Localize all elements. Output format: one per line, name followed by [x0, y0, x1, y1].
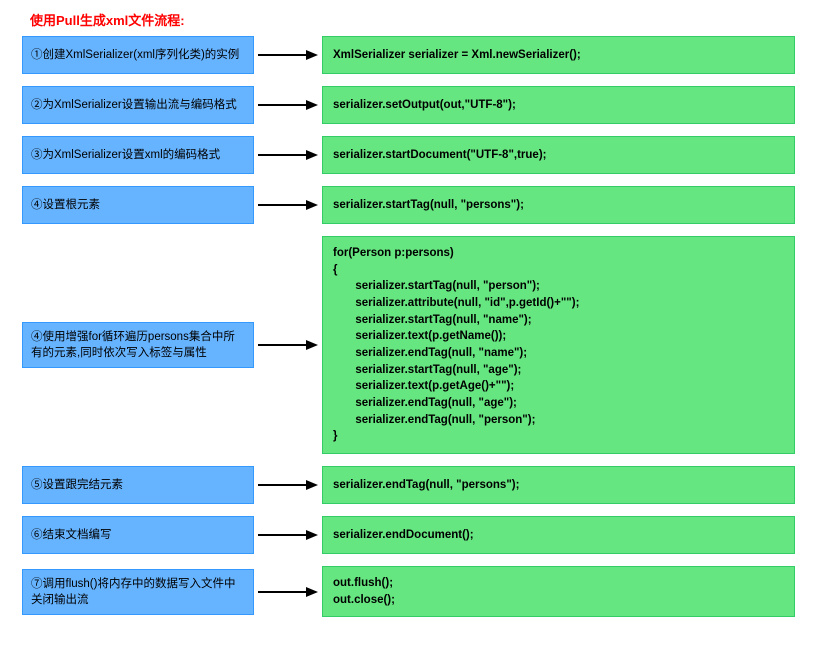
step-box-3: ③为XmlSerializer设置xml的编码格式	[22, 136, 254, 174]
code-box-1: XmlSerializer serializer = Xml.newSerial…	[322, 36, 795, 74]
diagram-rows: ①创建XmlSerializer(xml序列化类)的实例 XmlSerializ…	[22, 36, 795, 629]
step-row: ⑤设置跟完结元素 serializer.endTag(null, "person…	[22, 466, 795, 504]
arrow-icon	[254, 528, 322, 542]
step-row: ③为XmlSerializer设置xml的编码格式 serializer.sta…	[22, 136, 795, 174]
code-box-6: serializer.endTag(null, "persons");	[322, 466, 795, 504]
step-row: ④使用增强for循环遍历persons集合中所有的元素,同时依次写入标签与属性 …	[22, 236, 795, 454]
step-row: ④设置根元素 serializer.startTag(null, "person…	[22, 186, 795, 224]
step-row: ②为XmlSerializer设置输出流与编码格式 serializer.set…	[22, 86, 795, 124]
code-box-5: for(Person p:persons) { serializer.start…	[322, 236, 795, 454]
code-box-7: serializer.endDocument();	[322, 516, 795, 554]
step-box-7: ⑥结束文档编写	[22, 516, 254, 554]
step-box-5: ④使用增强for循环遍历persons集合中所有的元素,同时依次写入标签与属性	[22, 322, 254, 368]
arrow-icon	[254, 48, 322, 62]
step-box-2: ②为XmlSerializer设置输出流与编码格式	[22, 86, 254, 124]
step-row: ①创建XmlSerializer(xml序列化类)的实例 XmlSerializ…	[22, 36, 795, 74]
arrow-icon	[254, 148, 322, 162]
step-row: ⑥结束文档编写 serializer.endDocument();	[22, 516, 795, 554]
step-box-4: ④设置根元素	[22, 186, 254, 224]
step-box-8: ⑦调用flush()将内存中的数据写入文件中关闭输出流	[22, 569, 254, 615]
step-box-6: ⑤设置跟完结元素	[22, 466, 254, 504]
arrow-icon	[254, 338, 322, 352]
arrow-icon	[254, 98, 322, 112]
step-box-1: ①创建XmlSerializer(xml序列化类)的实例	[22, 36, 254, 74]
step-row: ⑦调用flush()将内存中的数据写入文件中关闭输出流 out.flush();…	[22, 566, 795, 617]
diagram-title: 使用Pull生成xml文件流程:	[30, 10, 185, 29]
code-box-2: serializer.setOutput(out,"UTF-8");	[322, 86, 795, 124]
arrow-icon	[254, 198, 322, 212]
code-box-3: serializer.startDocument("UTF-8",true);	[322, 136, 795, 174]
arrow-icon	[254, 585, 322, 599]
code-box-4: serializer.startTag(null, "persons");	[322, 186, 795, 224]
arrow-icon	[254, 478, 322, 492]
code-box-8: out.flush(); out.close();	[322, 566, 795, 617]
